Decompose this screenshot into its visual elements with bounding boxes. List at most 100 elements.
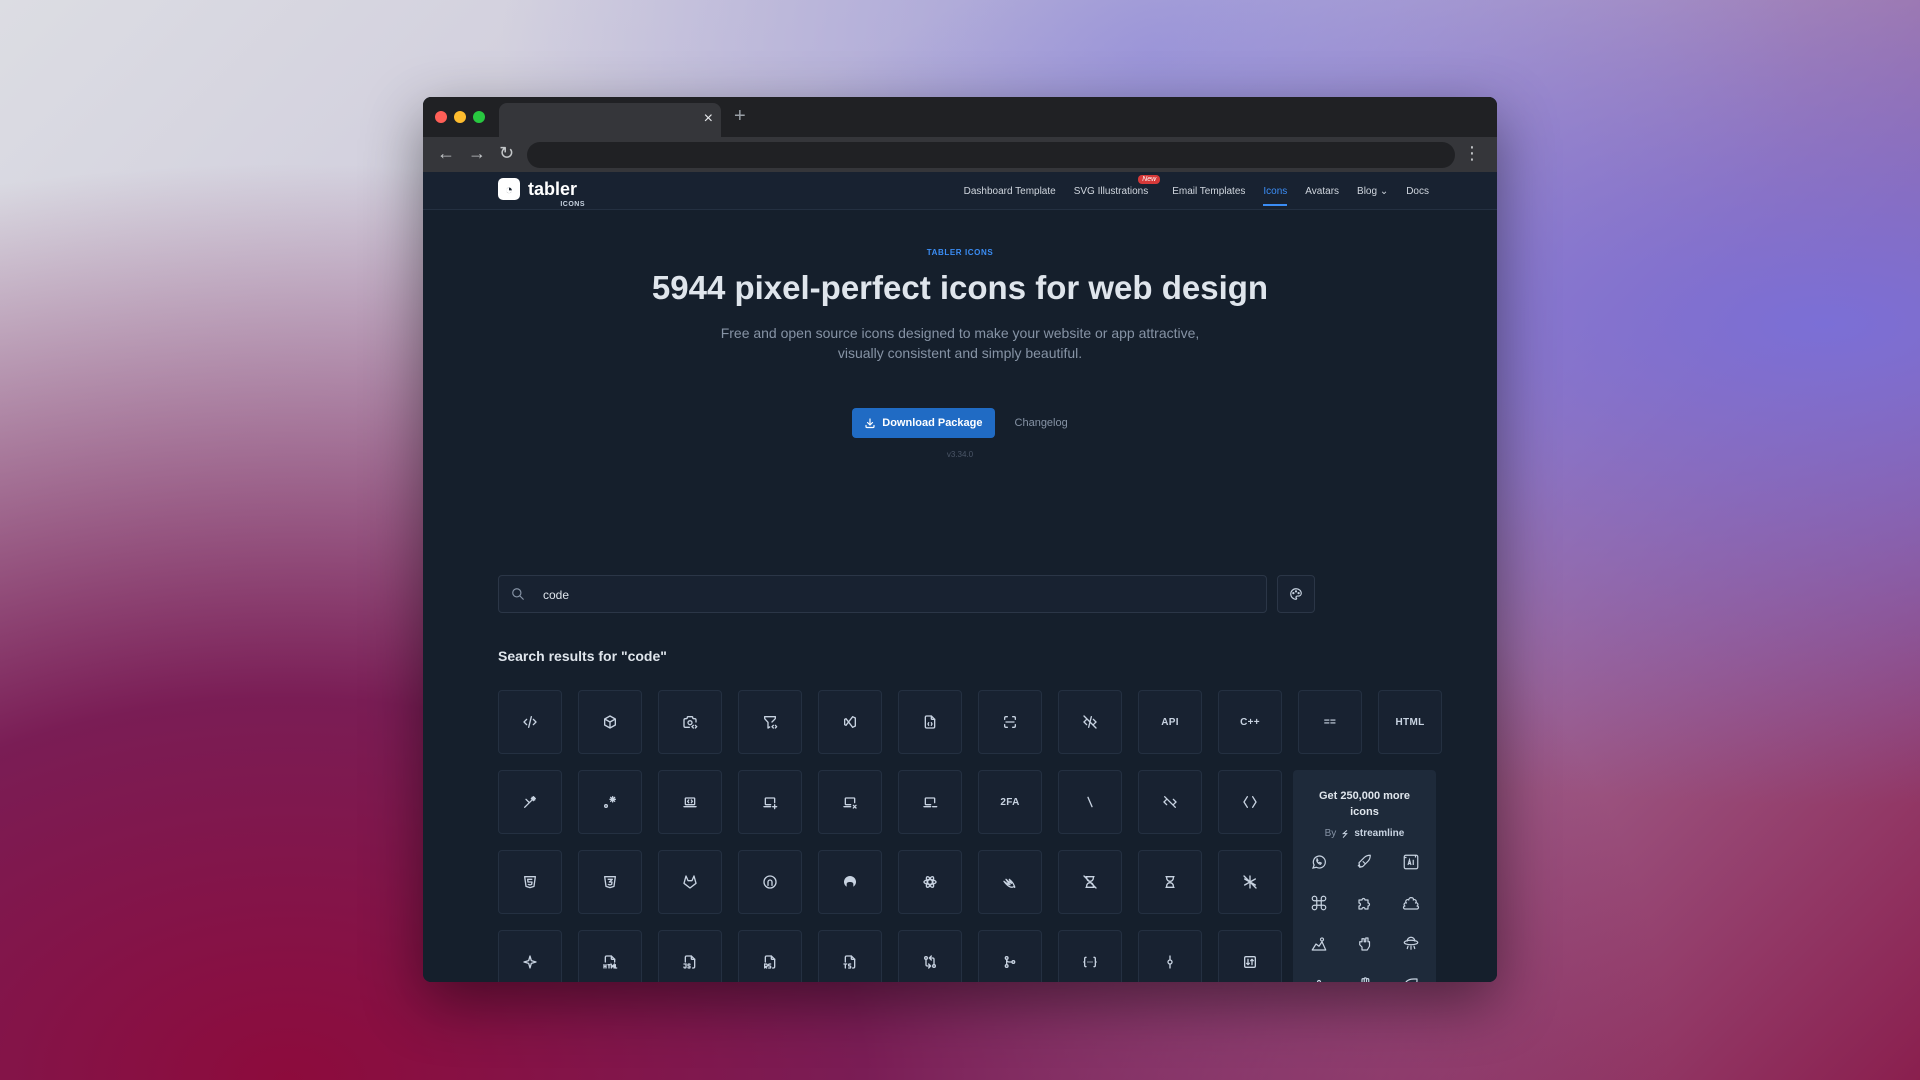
html-icon: HTML [1395, 716, 1425, 728]
fist-icon [1356, 935, 1374, 953]
close-tab-icon[interactable]: × [704, 110, 713, 128]
result-git-commit[interactable] [1138, 930, 1202, 982]
result-sparkle[interactable] [498, 930, 562, 982]
result-point-asterisk[interactable] [578, 770, 642, 834]
result-laptop-minus[interactable] [898, 770, 962, 834]
promo-icon-grid [1310, 853, 1420, 982]
promo-brand: streamline [1354, 828, 1405, 839]
site-header: ◔ tabler ICONS Dashboard Template SVG Ill… [423, 172, 1497, 210]
streamline-logo-icon [1342, 829, 1349, 838]
result-html5[interactable] [498, 850, 562, 914]
code-off-icon [1083, 715, 1097, 729]
browser-tab[interactable]: × [499, 103, 721, 137]
result-cpp[interactable]: C++ [1218, 690, 1282, 754]
new-badge: New [1138, 174, 1161, 184]
hourglass-icon [1165, 876, 1175, 888]
result-filter-code[interactable] [738, 690, 802, 754]
laptop-minus-icon [923, 797, 938, 808]
result-laptop-plus[interactable] [738, 770, 802, 834]
asterisk-off-icon [1243, 875, 1257, 889]
forward-icon[interactable]: → [468, 143, 486, 163]
result-git-merge[interactable] [978, 930, 1042, 982]
result-file-code[interactable] [898, 690, 962, 754]
result-css3[interactable] [578, 850, 642, 914]
result-file-js[interactable] [658, 930, 722, 982]
nav-email-templates[interactable]: Email Templates [1172, 186, 1245, 197]
reload-icon[interactable]: ↻ [499, 143, 514, 163]
browser-titlebar: × + [423, 97, 1497, 137]
tabler-logo[interactable]: ◔ tabler ICONS [498, 178, 585, 208]
changelog-link[interactable]: Changelog [1015, 417, 1068, 429]
hero-description: Free and open source icons designed to m… [720, 325, 1200, 361]
result-html[interactable]: HTML [1378, 690, 1442, 754]
page-title: 5944 pixel-perfect icons for web design [651, 269, 1269, 306]
nav-avatars[interactable]: Avatars [1305, 186, 1339, 197]
search-input[interactable]: code [498, 575, 1267, 613]
file-type-rs-icon [764, 955, 776, 969]
eyebrow: TABLER ICONS [926, 248, 994, 257]
equal-double-icon: == [1323, 716, 1337, 728]
result-scan-code[interactable] [978, 690, 1042, 754]
result-github[interactable] [818, 850, 882, 914]
result-asterisk-off[interactable] [1218, 850, 1282, 914]
color-picker-button[interactable] [1277, 575, 1315, 613]
result-code-dots[interactable] [1058, 930, 1122, 982]
result-hourglass-off[interactable] [1058, 850, 1122, 914]
filter-code-icon [763, 716, 778, 729]
result-git-compare[interactable] [898, 930, 962, 982]
result-gitlab[interactable] [658, 850, 722, 914]
result-code-off-alt[interactable] [1138, 770, 1202, 834]
address-bar[interactable] [527, 142, 1455, 168]
result-code[interactable] [498, 690, 562, 754]
nav-icons[interactable]: Icons [1263, 186, 1287, 206]
result-hourglass[interactable] [1138, 850, 1202, 914]
file-type-js-icon [683, 955, 696, 969]
result-brackets-angle[interactable] [1218, 770, 1282, 834]
result-file-html[interactable] [578, 930, 642, 982]
streamline-promo[interactable]: Get 250,000 more icons By streamline [1293, 770, 1436, 982]
result-swift[interactable] [978, 850, 1042, 914]
brand-css3-icon [604, 876, 616, 889]
logo-subtext: ICONS [560, 200, 586, 208]
close-window-button[interactable] [435, 111, 447, 123]
result-laptop-code[interactable] [658, 770, 722, 834]
file-type-ts-icon [843, 955, 856, 969]
code-icon [523, 716, 537, 728]
result-code-off[interactable] [1058, 690, 1122, 754]
result-code-asterisk[interactable] [498, 770, 562, 834]
result-file-rs[interactable] [738, 930, 802, 982]
nav-blog[interactable]: Blog ⌄ [1357, 186, 1388, 197]
promo-by: By streamline [1293, 828, 1436, 839]
code-dots-icon [1083, 956, 1097, 968]
result-react[interactable] [898, 850, 962, 914]
result-laptop-x[interactable] [818, 770, 882, 834]
file-code-icon [924, 715, 936, 729]
result-api[interactable]: API [1138, 690, 1202, 754]
hand-icon [1356, 976, 1374, 982]
browser-menu-icon[interactable]: ⋮ [1463, 143, 1481, 164]
result-2fa[interactable]: 2FA [978, 770, 1042, 834]
result-file-ts[interactable] [818, 930, 882, 982]
slash-icon [1087, 796, 1093, 808]
nav-svg-illustrations[interactable]: SVG Illustrations New [1074, 174, 1161, 197]
result-camera-code[interactable] [658, 690, 722, 754]
git-merge-icon [1004, 956, 1016, 968]
maximize-window-button[interactable] [473, 111, 485, 123]
result-equal-double[interactable]: == [1298, 690, 1362, 754]
nav-dashboard-template[interactable]: Dashboard Template [964, 186, 1056, 197]
result-codesandbox[interactable] [738, 850, 802, 914]
result-visual-studio[interactable] [818, 690, 882, 754]
result-arrows-exchange[interactable] [1218, 930, 1282, 982]
download-package-button[interactable]: Download Package [852, 408, 995, 438]
result-box[interactable] [578, 690, 642, 754]
result-slash[interactable] [1058, 770, 1122, 834]
brand-react-icon [923, 876, 937, 888]
back-icon[interactable]: ← [437, 143, 455, 163]
nav-docs[interactable]: Docs [1406, 186, 1429, 197]
new-tab-button[interactable]: + [734, 105, 746, 128]
palette-icon [1290, 588, 1302, 600]
search-value: code [543, 588, 570, 602]
brand-html5-icon [524, 876, 536, 889]
hero-actions: Download Package Changelog [423, 408, 1497, 438]
minimize-window-button[interactable] [454, 111, 466, 123]
